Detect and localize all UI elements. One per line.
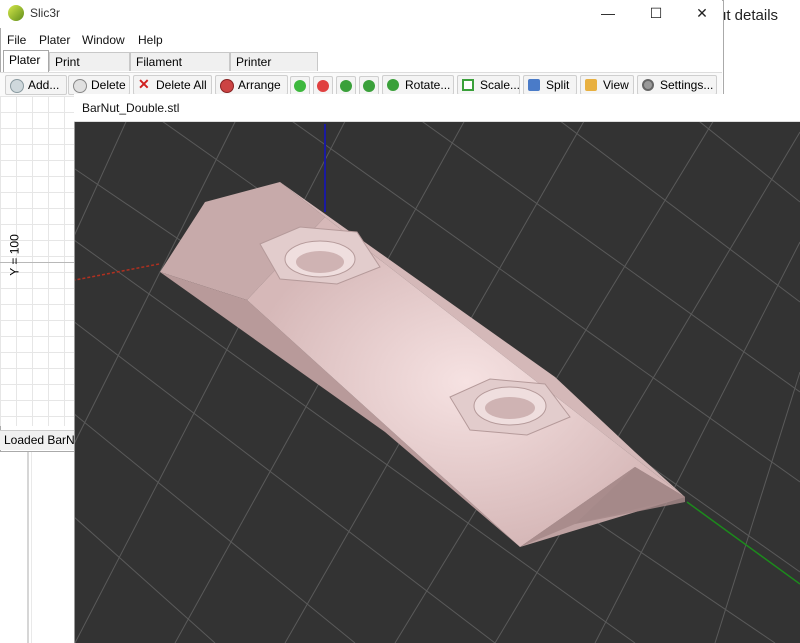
arrange-button[interactable]: Arrange xyxy=(215,75,288,95)
minimize-button[interactable]: — xyxy=(585,0,631,28)
delete-all-button[interactable]: ✕ Delete All xyxy=(133,75,212,95)
add-label: Add... xyxy=(28,78,60,92)
view-cube-icon xyxy=(585,79,597,91)
background-window-left xyxy=(0,440,76,643)
background-window-text: ut details xyxy=(718,7,779,24)
increase-copies-button[interactable] xyxy=(290,76,310,96)
minus-icon xyxy=(317,80,329,92)
menu-file[interactable]: File xyxy=(7,33,26,47)
background-divider xyxy=(27,452,29,643)
delete-all-label: Delete All xyxy=(156,78,207,92)
add-button[interactable]: Add... xyxy=(5,75,67,95)
y-axis-label: Y = 100 xyxy=(7,234,22,276)
nut-hole-1 xyxy=(296,251,344,273)
settings-button[interactable]: Settings... xyxy=(637,75,717,95)
slic3r-logo-icon xyxy=(8,5,24,21)
delete-all-icon: ✕ xyxy=(138,76,150,92)
delete-button[interactable]: Delete xyxy=(68,75,130,95)
view-button[interactable]: View xyxy=(580,75,634,95)
rotate-button[interactable]: Rotate... xyxy=(382,75,454,95)
split-icon xyxy=(528,79,540,91)
menu-plater[interactable]: Plater xyxy=(39,33,70,47)
decrease-copies-button[interactable] xyxy=(313,76,333,96)
3d-viewport[interactable] xyxy=(75,122,800,643)
arrange-label: Arrange xyxy=(238,78,281,92)
settings-label: Settings... xyxy=(660,78,714,92)
split-label: Split xyxy=(546,78,570,92)
viewer-title-bar[interactable] xyxy=(74,94,800,122)
scale-label: Scale... xyxy=(480,78,521,92)
nut-hole-2 xyxy=(485,397,535,419)
status-bar: Loaded BarNut xyxy=(0,430,76,450)
split-button[interactable]: Split xyxy=(523,75,577,95)
delete-label: Delete xyxy=(91,78,126,92)
delete-icon xyxy=(73,79,87,93)
rotate-label: Rotate... xyxy=(405,78,451,92)
gear-icon xyxy=(642,79,654,91)
menu-help[interactable]: Help xyxy=(138,33,163,47)
maximize-button[interactable]: ☐ xyxy=(633,0,679,28)
viewer-title: BarNut_Double.stl xyxy=(82,101,180,115)
rotate-left-icon xyxy=(340,80,352,92)
tab-filament-settings[interactable]: Filament Settings xyxy=(130,52,230,87)
add-icon xyxy=(10,79,24,93)
background-divider xyxy=(31,452,32,643)
scale-icon xyxy=(462,79,474,91)
rotate-left-button[interactable] xyxy=(336,76,356,96)
view-label: View xyxy=(603,78,629,92)
menu-window[interactable]: Window xyxy=(82,33,125,47)
arrange-icon xyxy=(220,79,234,93)
close-button[interactable]: ✕ xyxy=(679,0,725,28)
scale-button[interactable]: Scale... xyxy=(457,75,520,95)
window-title: Slic3r xyxy=(30,6,61,20)
tab-print-settings[interactable]: Print Settings xyxy=(49,52,130,87)
rotate-right-button[interactable] xyxy=(359,76,379,96)
rotate-right-icon xyxy=(363,80,375,92)
tab-plater[interactable]: Plater xyxy=(3,50,49,72)
tab-printer-settings[interactable]: Printer Settings xyxy=(230,52,318,87)
plus-icon xyxy=(294,80,306,92)
rotate-icon xyxy=(387,79,399,91)
